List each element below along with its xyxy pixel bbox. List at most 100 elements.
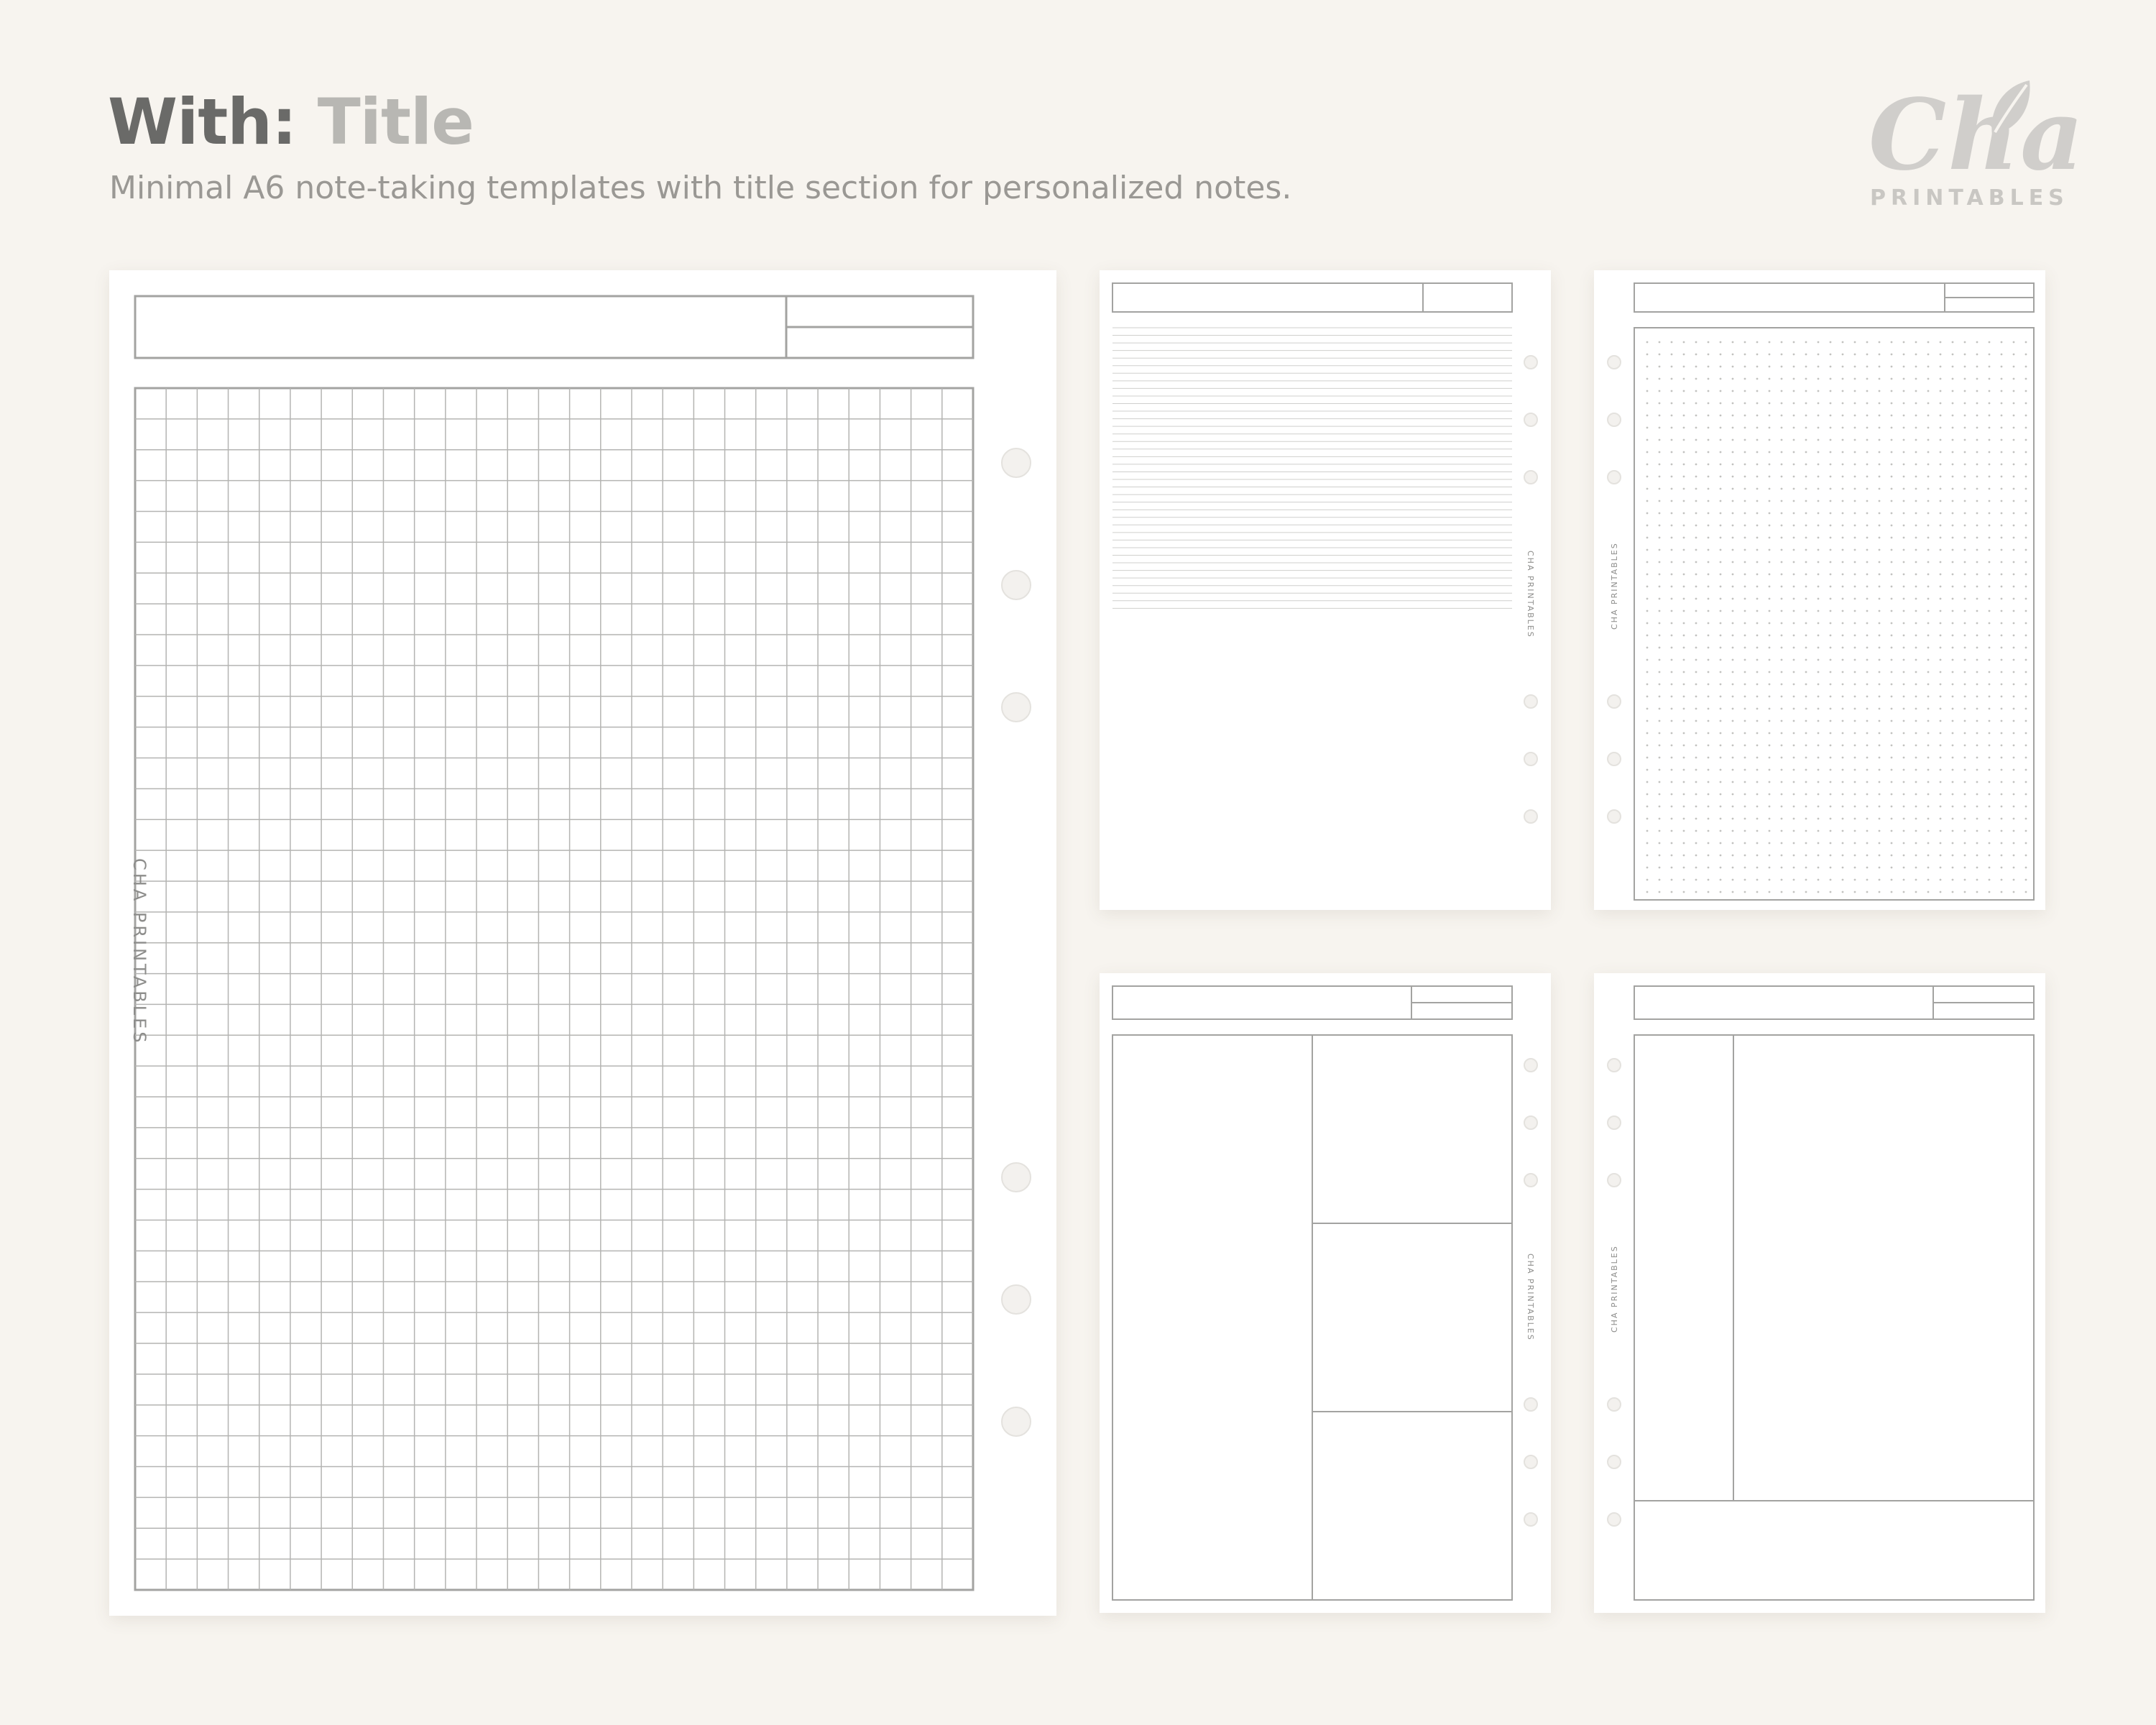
dot bbox=[1670, 341, 1673, 344]
dot bbox=[1646, 341, 1649, 344]
dot bbox=[1988, 561, 1991, 564]
dot bbox=[1951, 426, 1954, 429]
dot bbox=[1841, 353, 1844, 356]
dot bbox=[1658, 829, 1661, 832]
dot bbox=[1902, 866, 1905, 869]
dot bbox=[1976, 402, 1978, 405]
dot bbox=[2012, 500, 2015, 502]
dot bbox=[1866, 707, 1869, 710]
dot bbox=[1719, 683, 1722, 686]
dot bbox=[2000, 829, 2003, 832]
dot bbox=[1853, 707, 1856, 710]
dot bbox=[1780, 634, 1783, 637]
dot bbox=[1853, 732, 1856, 735]
dot bbox=[1939, 341, 1942, 344]
dot bbox=[1768, 866, 1771, 869]
dot bbox=[1915, 817, 1917, 820]
dot bbox=[1646, 671, 1649, 673]
dot bbox=[1878, 842, 1881, 845]
dot bbox=[1976, 536, 1978, 539]
dot bbox=[1768, 536, 1771, 539]
dot bbox=[1731, 671, 1734, 673]
dot bbox=[1951, 842, 1954, 845]
dot bbox=[1756, 475, 1759, 478]
dot bbox=[1756, 634, 1759, 637]
dot bbox=[1963, 487, 1966, 490]
dot bbox=[1719, 548, 1722, 551]
dot bbox=[1890, 756, 1893, 759]
dot bbox=[2000, 610, 2003, 612]
dot bbox=[1866, 658, 1869, 661]
dot bbox=[1670, 414, 1673, 417]
dot bbox=[1731, 597, 1734, 600]
dot bbox=[1731, 646, 1734, 649]
dot bbox=[1890, 390, 1893, 392]
dot bbox=[1780, 451, 1783, 454]
dot bbox=[1817, 475, 1820, 478]
dot bbox=[1805, 438, 1807, 441]
dot bbox=[1988, 671, 1991, 673]
dot bbox=[2012, 707, 2015, 710]
dot bbox=[1841, 402, 1844, 405]
dot bbox=[1829, 793, 1832, 796]
dot bbox=[1976, 634, 1978, 637]
brand-label: CHA PRINTABLES bbox=[1610, 542, 1619, 630]
dot bbox=[1963, 866, 1966, 869]
dot bbox=[1915, 866, 1917, 869]
dot bbox=[1866, 805, 1869, 808]
dot bbox=[1939, 622, 1942, 625]
dot bbox=[1927, 524, 1930, 527]
dot bbox=[1939, 487, 1942, 490]
dot bbox=[1902, 573, 1905, 576]
dot bbox=[1951, 402, 1954, 405]
dot bbox=[1927, 414, 1930, 417]
dot bbox=[1646, 683, 1649, 686]
dot bbox=[1927, 536, 1930, 539]
dot bbox=[1756, 524, 1759, 527]
dot bbox=[1866, 732, 1869, 735]
dot bbox=[1756, 414, 1759, 417]
dot bbox=[1890, 805, 1893, 808]
dot bbox=[1853, 524, 1856, 527]
dot bbox=[1731, 842, 1734, 845]
dot bbox=[1731, 426, 1734, 429]
dot bbox=[1646, 573, 1649, 576]
dot bbox=[1988, 500, 1991, 502]
dot bbox=[1927, 634, 1930, 637]
dot bbox=[1743, 756, 1746, 759]
dot bbox=[1792, 781, 1795, 783]
dot bbox=[1768, 622, 1771, 625]
brand-label: CHA PRINTABLES bbox=[1610, 1245, 1619, 1333]
dot bbox=[1853, 683, 1856, 686]
dot bbox=[1841, 878, 1844, 881]
dot bbox=[1792, 353, 1795, 356]
dot bbox=[1695, 451, 1697, 454]
dot bbox=[1853, 671, 1856, 673]
dot bbox=[2000, 597, 2003, 600]
dot bbox=[1805, 463, 1807, 466]
dot bbox=[1731, 658, 1734, 661]
dot bbox=[1878, 634, 1881, 637]
dot bbox=[1988, 512, 1991, 515]
ring-hole bbox=[1607, 1173, 1621, 1187]
dot bbox=[1841, 695, 1844, 698]
dot bbox=[1756, 793, 1759, 796]
dot bbox=[1646, 817, 1649, 820]
dot bbox=[1695, 475, 1697, 478]
dot bbox=[1682, 426, 1685, 429]
dot bbox=[1743, 658, 1746, 661]
dot bbox=[1658, 622, 1661, 625]
dot bbox=[1792, 793, 1795, 796]
dot bbox=[1682, 365, 1685, 368]
dot bbox=[1731, 512, 1734, 515]
dot bbox=[1951, 866, 1954, 869]
dot bbox=[1743, 463, 1746, 466]
dot bbox=[1841, 414, 1844, 417]
dot bbox=[1829, 732, 1832, 735]
dot bbox=[1707, 891, 1710, 893]
dot bbox=[1780, 377, 1783, 380]
page-subtitle: Minimal A6 note-taking templates with ti… bbox=[109, 170, 1292, 206]
dot bbox=[1756, 561, 1759, 564]
dot bbox=[1707, 671, 1710, 673]
ring-hole bbox=[1524, 355, 1538, 369]
